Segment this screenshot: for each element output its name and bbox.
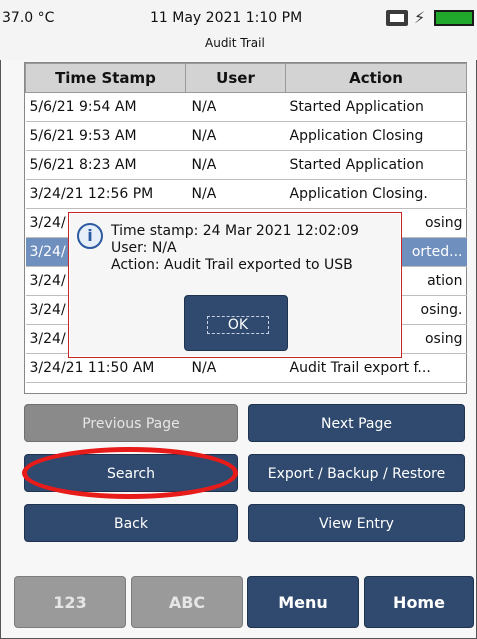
battery-icon [434,10,474,26]
ok-button[interactable]: OK [184,295,288,351]
entry-detail-dialog: i Time stamp: 24 Mar 2021 12:02:09 User:… [68,212,402,358]
table-row[interactable]: 5/6/21 9:54 AM N/A Started Application [25,92,467,122]
cell-time-stamp: 5/6/21 9:54 AM [25,92,186,122]
export-backup-restore-button[interactable]: Export / Backup / Restore [248,454,465,492]
dialog-user: User: N/A [111,240,177,256]
numeric-keypad-button[interactable]: 123 [14,576,126,628]
table-row[interactable]: 3/24/21 12:56 PM N/A Application Closing… [25,179,467,209]
cell-action: Started Application [285,92,467,122]
dialog-action: Action: Audit Trail exported to USB [111,257,353,273]
cell-user: N/A [185,92,286,122]
column-header-time-stamp[interactable]: Time Stamp [25,63,186,93]
home-button[interactable]: Home [364,576,474,628]
dialog-message: Time stamp: 24 Mar 2021 12:02:09 User: N… [111,223,359,274]
temperature-readout: 37.0 °C [2,10,55,26]
cell-time-stamp: 5/6/21 9:53 AM [25,121,186,151]
column-header-user[interactable]: User [185,63,286,93]
previous-page-button[interactable]: Previous Page [24,404,238,442]
table-header-row: Time Stamp User Action [25,63,467,93]
table-row[interactable]: 5/6/21 8:23 AM N/A Started Application [25,150,467,180]
status-bar: 37.0 °C 11 May 2021 1:10 PM Audit Trail … [0,0,477,60]
cell-user: N/A [185,150,286,180]
cell-time-stamp: 5/6/21 8:23 AM [25,150,186,180]
status-icons: ⚡ [386,10,474,26]
dialog-time-stamp: Time stamp: 24 Mar 2021 12:02:09 [111,223,359,239]
cell-action: Started Application [285,150,467,180]
alpha-keypad-button[interactable]: ABC [131,576,243,628]
power-plug-icon: ⚡ [414,8,426,27]
table-row[interactable]: 5/6/21 9:53 AM N/A Application Closing [25,121,467,151]
network-icon [386,10,408,26]
menu-button[interactable]: Menu [247,576,359,628]
view-entry-button[interactable]: View Entry [248,504,465,542]
search-button[interactable]: Search [24,454,238,492]
cell-user: N/A [185,121,286,151]
ok-button-label: OK [207,316,269,334]
datetime-readout: 11 May 2021 1:10 PM [150,10,303,26]
cell-time-stamp: 3/24/21 12:56 PM [25,179,186,209]
cell-user: N/A [185,179,286,209]
cell-action: Application Closing [285,121,467,151]
next-page-button[interactable]: Next Page [248,404,465,442]
cell-action: Application Closing. [285,179,467,209]
column-header-action[interactable]: Action [285,63,467,93]
page-title: Audit Trail [205,36,265,50]
back-button[interactable]: Back [24,504,238,542]
info-icon: i [77,223,103,249]
